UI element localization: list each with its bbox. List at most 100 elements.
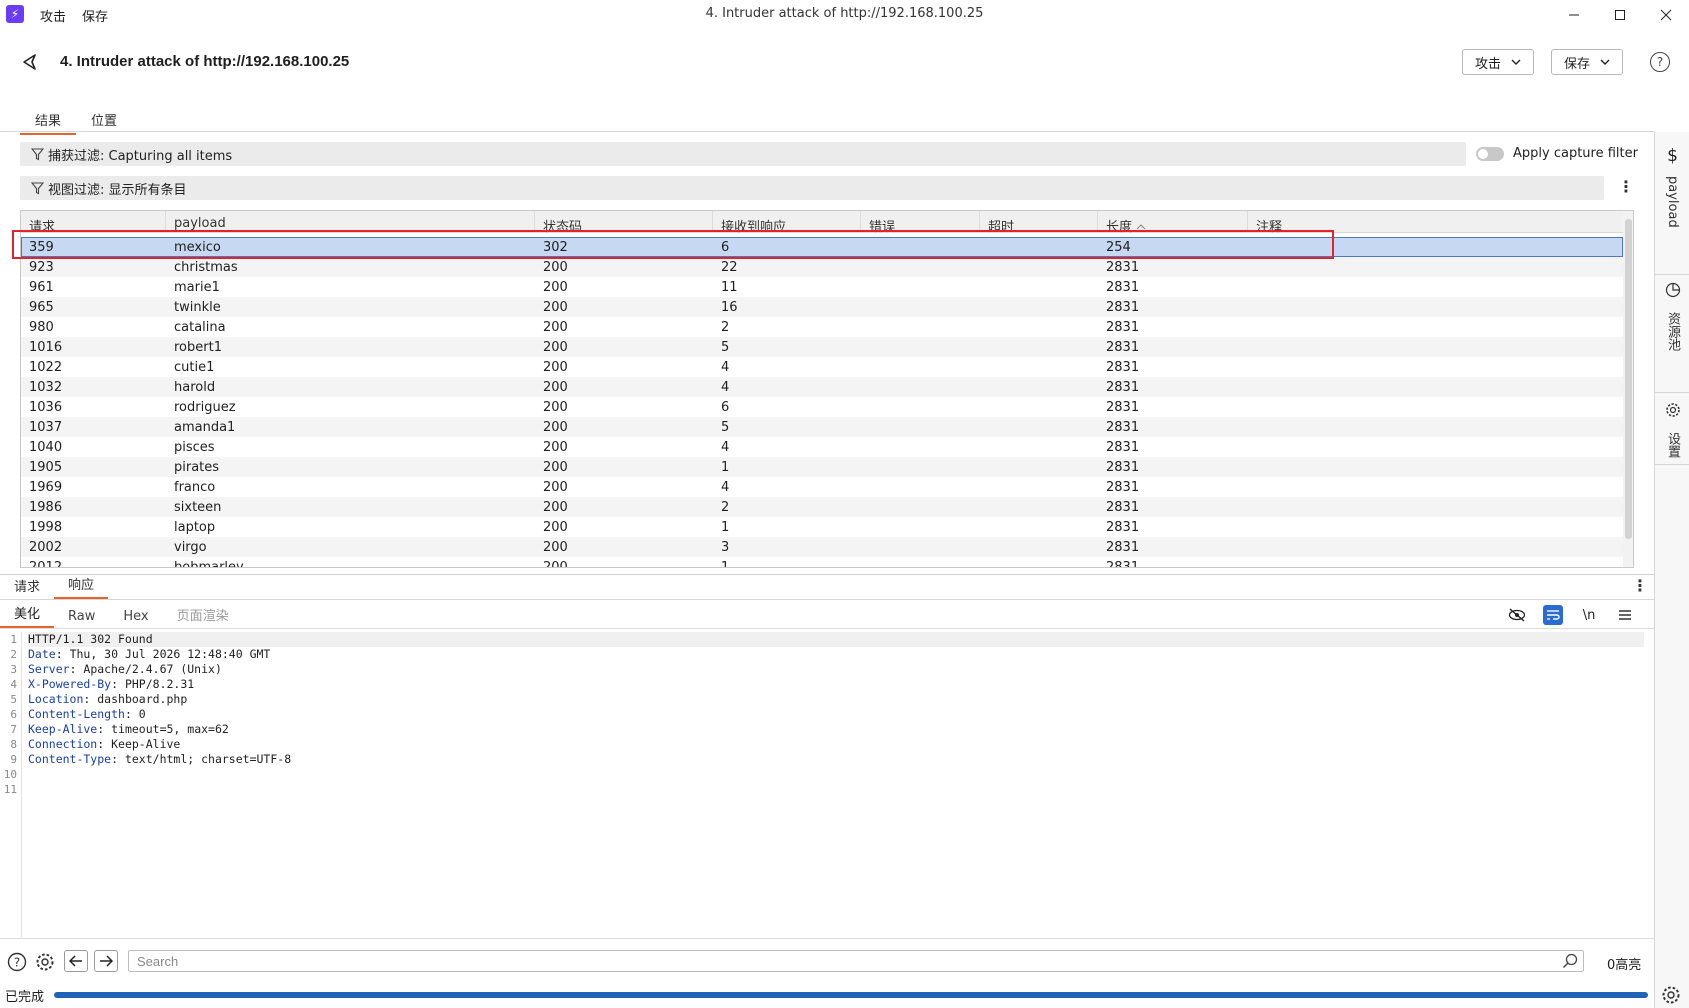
search-bar: ? Search 0高亮 [0, 938, 1654, 982]
burp-logo-icon: ⚡ [6, 5, 24, 23]
more-options-icon[interactable]: ⋮ [1632, 576, 1648, 595]
capture-filter-bar[interactable]: 捕获过滤: Capturing all items [20, 142, 1466, 166]
menu-icon[interactable] [1615, 605, 1635, 625]
cell-length: 254 [1106, 239, 1131, 255]
cell-request: 1032 [29, 379, 63, 395]
tab-response[interactable]: 响应 [54, 574, 109, 599]
minimize-icon[interactable] [1551, 0, 1597, 30]
table-row[interactable]: 1040 pisces 200 4 2831 [21, 437, 1623, 457]
cell-request: 2012 [29, 559, 63, 568]
response-line: Content-Length: 0 [28, 707, 1644, 722]
gear-icon[interactable] [1661, 985, 1681, 1005]
table-row[interactable]: 923 christmas 200 22 2831 [21, 257, 1623, 277]
line-number: 6 [10, 708, 17, 721]
table-row[interactable]: 1998 laptop 200 1 2831 [21, 517, 1623, 537]
table-row[interactable]: 1036 rodriguez 200 6 2831 [21, 397, 1623, 417]
response-line: Keep-Alive: timeout=5, max=62 [28, 722, 1644, 737]
cell-request: 1022 [29, 359, 63, 375]
column-header-payload[interactable]: payload [166, 211, 535, 233]
maximize-icon[interactable] [1597, 0, 1643, 30]
column-header-length[interactable]: 长度 [1098, 211, 1248, 235]
table-row[interactable]: 1905 pirates 200 1 2831 [21, 457, 1623, 477]
cell-response-received: 6 [721, 239, 730, 255]
next-match-button[interactable] [94, 950, 118, 972]
table-row[interactable]: 359 mexico 302 6 254 [21, 237, 1623, 257]
cell-length: 2831 [1106, 559, 1140, 568]
cell-request: 965 [29, 299, 54, 315]
column-header-response-received[interactable]: 接收到响应 [713, 211, 861, 235]
table-scrollbar[interactable] [1623, 211, 1633, 567]
table-row[interactable]: 1969 franco 200 4 2831 [21, 477, 1623, 497]
response-content[interactable]: HTTP/1.1 302 Found Date: Thu, 30 Jul 2026… [28, 632, 1644, 797]
cell-payload: twinkle [174, 299, 221, 315]
cell-response-received: 4 [721, 379, 730, 395]
menu-attack[interactable]: 攻击 [40, 6, 66, 25]
previous-match-button[interactable] [64, 950, 88, 972]
table-row[interactable]: 961 marie1 200 11 2831 [21, 277, 1623, 297]
cell-status: 200 [543, 419, 568, 435]
line-number: 8 [10, 738, 17, 751]
table-row[interactable]: 965 twinkle 200 16 2831 [21, 297, 1623, 317]
back-arrow-icon[interactable] [20, 52, 40, 72]
response-editor[interactable]: 1 2 3 4 5 6 7 8 9 10 11 HTTP/1.1 302 Found Date: Th… [0, 632, 1654, 937]
help-icon[interactable]: ? [1650, 52, 1670, 72]
tab-raw[interactable]: Raw [54, 609, 109, 628]
table-row[interactable]: 980 catalina 200 2 2831 [21, 317, 1623, 337]
window-title: 4. Intruder attack of http://192.168.100… [705, 6, 984, 21]
table-row[interactable]: 1022 cutie1 200 4 2831 [21, 357, 1623, 377]
table-row[interactable]: 1037 amanda1 200 5 2831 [21, 417, 1623, 437]
cell-status: 200 [543, 399, 568, 415]
view-filter-bar[interactable]: 视图过滤: 显示所有条目 [20, 176, 1604, 200]
hide-icon[interactable] [1507, 605, 1527, 625]
header-separator: : [69, 662, 84, 676]
cell-payload: robert1 [174, 339, 222, 355]
tab-request[interactable]: 请求 [0, 576, 54, 599]
status-bar: 已完成 [0, 982, 1689, 1008]
header-key: Connection [28, 737, 98, 751]
table-row[interactable]: 1016 robert1 200 5 2831 [21, 337, 1623, 357]
menu-save[interactable]: 保存 [82, 6, 108, 25]
table-row[interactable]: 1986 sixteen 200 2 2831 [21, 497, 1623, 517]
sidebar-item-settings[interactable]: 设置 [1655, 402, 1689, 458]
search-icon[interactable] [1562, 953, 1578, 969]
tab-pretty[interactable]: 美化 [0, 603, 55, 628]
attack-button[interactable]: 攻击 [1462, 49, 1535, 75]
cell-response-received: 4 [721, 359, 730, 375]
table-row[interactable]: 1032 harold 200 4 2831 [21, 377, 1623, 397]
cell-status: 200 [543, 479, 568, 495]
sidebar-divider [1655, 274, 1689, 275]
search-input[interactable]: Search [128, 950, 1584, 972]
table-row[interactable]: 2002 virgo 200 3 2831 [21, 537, 1623, 557]
newline-icon[interactable]: \n [1579, 605, 1599, 625]
sidebar-item-payload[interactable]: $ payload [1655, 146, 1689, 228]
progress-fill [54, 992, 1648, 998]
help-icon[interactable]: ? [6, 951, 28, 973]
close-icon[interactable] [1643, 0, 1689, 30]
response-line: Connection: Keep-Alive [28, 737, 1644, 752]
gear-icon[interactable] [34, 951, 56, 973]
column-header-status[interactable]: 状态码 [535, 211, 713, 235]
column-header-comment[interactable]: 注释 [1248, 211, 1623, 235]
sidebar-divider [1655, 392, 1689, 393]
column-header-timeout[interactable]: 超时 [980, 211, 1098, 235]
capture-filter-toggle[interactable] [1476, 147, 1504, 161]
save-button[interactable]: 保存 [1551, 49, 1624, 75]
header-separator: : [97, 737, 112, 751]
cell-length: 2831 [1106, 299, 1140, 315]
cell-payload: franco [174, 479, 216, 495]
editor-toolbar: \n [1507, 605, 1635, 625]
more-options-icon[interactable]: ⋮ [1618, 177, 1634, 196]
header-separator: : [97, 722, 112, 736]
tab-hex[interactable]: Hex [109, 609, 162, 628]
table-row[interactable]: 2012 bobmarley 200 1 2831 [21, 557, 1623, 568]
tab-render[interactable]: 页面渲染 [163, 605, 243, 628]
message-tabs: 请求 响应 [0, 574, 1654, 600]
scrollbar-thumb[interactable] [1625, 219, 1632, 539]
cell-request: 961 [29, 279, 54, 295]
cell-payload: rodriguez [174, 399, 236, 415]
header-separator: : [111, 677, 125, 691]
sidebar-item-resource-pool[interactable]: 资源池 [1655, 282, 1689, 351]
column-header-error[interactable]: 错误 [861, 211, 980, 235]
column-header-request[interactable]: 请求 [21, 211, 166, 235]
word-wrap-icon[interactable] [1543, 605, 1563, 625]
